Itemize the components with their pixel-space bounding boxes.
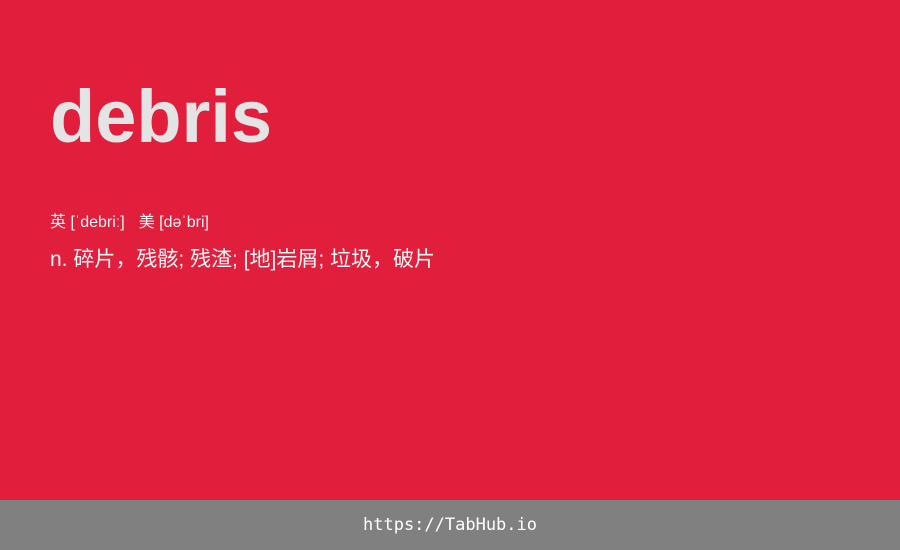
definition: n. 碎片，残骸; 残渣; [地]岩屑; 垃圾，破片 [50, 248, 436, 271]
phonetics: 英 [ˈdebriː] 美 [dəˈbri] [50, 212, 209, 234]
word-title: debris [50, 75, 273, 158]
footer-bar: https://TabHub.io [0, 500, 900, 550]
word-card: debris 英 [ˈdebriː] 美 [dəˈbri] n. 碎片，残骸; 残… [0, 0, 900, 500]
phonetic-us: 美 [dəˈbri] [138, 214, 209, 231]
phonetic-uk: 英 [ˈdebriː] [50, 214, 125, 231]
footer-link[interactable]: https://TabHub.io [363, 515, 537, 535]
